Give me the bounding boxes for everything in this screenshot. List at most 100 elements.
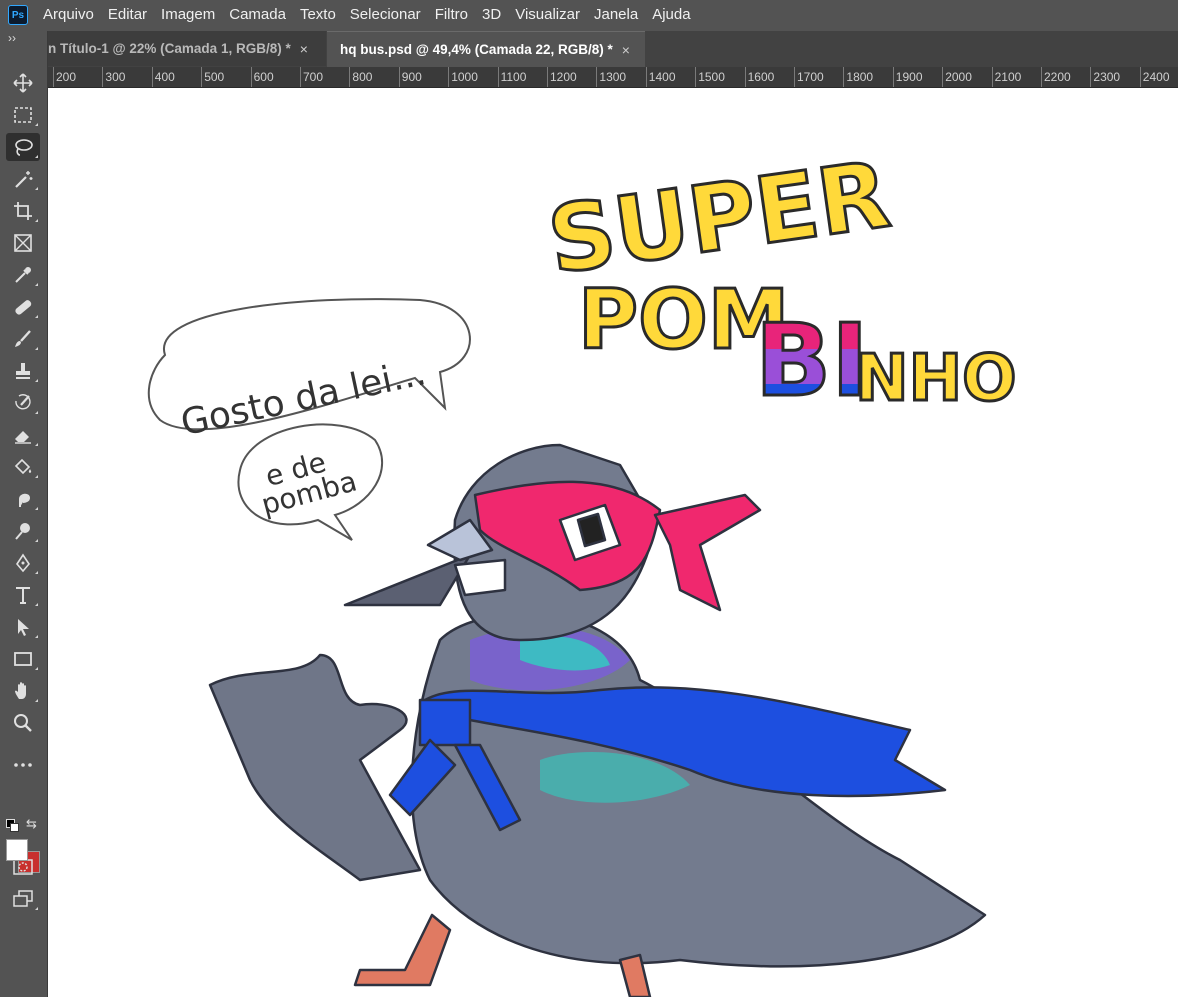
history-brush-tool[interactable] xyxy=(6,389,40,417)
ruler-tick xyxy=(744,67,746,87)
screen-mode-button[interactable] xyxy=(6,885,40,913)
menu-filtro[interactable]: Filtro xyxy=(428,0,475,30)
magic-wand-tool[interactable] xyxy=(6,165,40,193)
move-tool[interactable] xyxy=(6,69,40,97)
close-icon[interactable]: × xyxy=(622,42,630,58)
ruler-label: 1100 xyxy=(500,70,527,84)
ruler-tick xyxy=(300,67,301,87)
collapse-toolbar-icon[interactable]: ›› xyxy=(8,31,16,45)
menu-visualizar[interactable]: Visualizar xyxy=(508,0,587,30)
ruler-label: 800 xyxy=(352,70,373,84)
super-pombinho-title: SUPER POM BI NHO xyxy=(541,140,1018,421)
eraser-tool[interactable] xyxy=(6,421,40,449)
ruler-tick xyxy=(843,67,845,87)
ruler-label: 500 xyxy=(204,70,225,84)
menu-selecionar[interactable]: Selecionar xyxy=(343,0,428,30)
crop-tool[interactable] xyxy=(6,197,40,225)
pen-icon xyxy=(15,553,31,573)
ruler-label: 1300 xyxy=(599,70,627,84)
menu-camada[interactable]: Camada xyxy=(222,0,293,30)
speech-bubble-2: e de pomba xyxy=(237,423,384,541)
tab-titulo-1[interactable]: n Título-1 @ 22% (Camada 1, RGB/8) * × xyxy=(44,31,326,66)
menu-imagem[interactable]: Imagem xyxy=(154,0,222,30)
magnifier-icon xyxy=(14,714,32,732)
ruler-label: 1500 xyxy=(698,70,725,84)
ruler-tick xyxy=(151,67,153,87)
ruler-tick xyxy=(53,67,54,87)
healing-brush-tool[interactable] xyxy=(6,293,40,321)
menu-ajuda[interactable]: Ajuda xyxy=(645,0,697,30)
path-selection-tool[interactable] xyxy=(6,613,40,641)
default-colors-icon[interactable] xyxy=(6,819,19,832)
ruler-label: 2000 xyxy=(945,70,972,84)
eyedropper-tool[interactable] xyxy=(6,261,40,289)
menu-editar[interactable]: Editar xyxy=(101,0,154,30)
swap-colors-icon[interactable]: ⇆ xyxy=(26,816,37,832)
stamp-icon xyxy=(16,363,30,379)
type-icon xyxy=(16,587,30,604)
hand-tool[interactable] xyxy=(6,677,40,705)
ruler-tick xyxy=(892,67,894,87)
eyedropper-icon xyxy=(15,267,31,283)
ruler-tick xyxy=(250,67,252,87)
ruler-tick xyxy=(547,67,548,87)
ruler-label: 700 xyxy=(303,70,324,84)
horizontal-ruler[interactable]: 200 300 400 500 600 700 800 900 1000 1100 1200 1300… xyxy=(48,67,1178,88)
tools-panel: ›› ⇆ xyxy=(0,31,48,997)
eraser-icon xyxy=(15,431,31,444)
title-super: SUPER xyxy=(542,141,896,295)
magic-wand-icon xyxy=(15,171,33,188)
ruler-label: 1900 xyxy=(895,70,923,84)
history-brush-icon xyxy=(15,394,31,410)
zoom-tool[interactable] xyxy=(6,709,40,737)
speech-bubble-1: Gosto da lei... xyxy=(147,298,471,444)
menu-arquivo[interactable]: Arquivo xyxy=(36,0,101,30)
ruler-tick xyxy=(201,67,203,87)
smudge-icon xyxy=(19,493,31,507)
frame-tool[interactable] xyxy=(6,229,40,257)
menu-bar: Ps Arquivo Editar Imagem Camada Texto Se… xyxy=(0,0,1178,30)
type-tool[interactable] xyxy=(6,581,40,609)
ruler-label: 2200 xyxy=(1044,70,1071,84)
ruler-label: 1400 xyxy=(648,70,676,84)
ruler-label: 900 xyxy=(401,70,422,84)
tab-hq-bus[interactable]: hq bus.psd @ 49,4% (Camada 22, RGB/8) * … xyxy=(327,31,645,67)
tab-label: n Título-1 @ 22% (Camada 1, RGB/8) * xyxy=(48,41,291,56)
ruler-label: 2300 xyxy=(1093,70,1121,84)
pen-tool[interactable] xyxy=(6,549,40,577)
move-icon xyxy=(13,73,33,93)
document-canvas[interactable]: SUPER POM BI NHO Gosto da lei... e de po… xyxy=(48,88,1178,997)
smudge-tool[interactable] xyxy=(6,485,40,513)
marquee-tool[interactable] xyxy=(6,101,40,129)
brush-tool[interactable] xyxy=(6,325,40,353)
ruler-tick xyxy=(942,67,944,87)
clone-stamp-tool[interactable] xyxy=(6,357,40,385)
title-nho: NHO xyxy=(855,342,1017,416)
marquee-icon xyxy=(14,107,32,123)
ruler-tick xyxy=(645,67,647,87)
dodge-tool[interactable] xyxy=(6,517,40,545)
ruler-tick xyxy=(1090,67,1092,87)
menu-3d[interactable]: 3D xyxy=(475,0,508,30)
ruler-tick xyxy=(349,67,351,87)
rectangle-icon xyxy=(14,652,32,666)
ruler-tick xyxy=(102,67,104,87)
close-icon[interactable]: × xyxy=(300,41,308,57)
paint-bucket-tool[interactable] xyxy=(6,453,40,481)
rectangle-tool[interactable] xyxy=(6,645,40,673)
lasso-tool[interactable] xyxy=(6,133,40,161)
ruler-tick xyxy=(497,67,499,87)
more-tools[interactable] xyxy=(6,751,40,779)
hand-icon xyxy=(15,682,26,699)
tab-label: hq bus.psd @ 49,4% (Camada 22, RGB/8) * xyxy=(340,42,613,57)
menu-texto[interactable]: Texto xyxy=(293,0,343,30)
photoshop-logo: Ps xyxy=(8,5,28,25)
document-tab-bar: n Título-1 @ 22% (Camada 1, RGB/8) * × h… xyxy=(0,31,1178,67)
ruler-label: 1800 xyxy=(846,70,874,84)
lasso-icon xyxy=(15,139,33,156)
ellipsis-icon xyxy=(14,763,32,767)
menu-janela[interactable]: Janela xyxy=(587,0,645,30)
foreground-color-swatch[interactable] xyxy=(6,839,28,861)
ruler-label: 200 xyxy=(56,70,77,84)
crop-icon xyxy=(14,202,32,220)
